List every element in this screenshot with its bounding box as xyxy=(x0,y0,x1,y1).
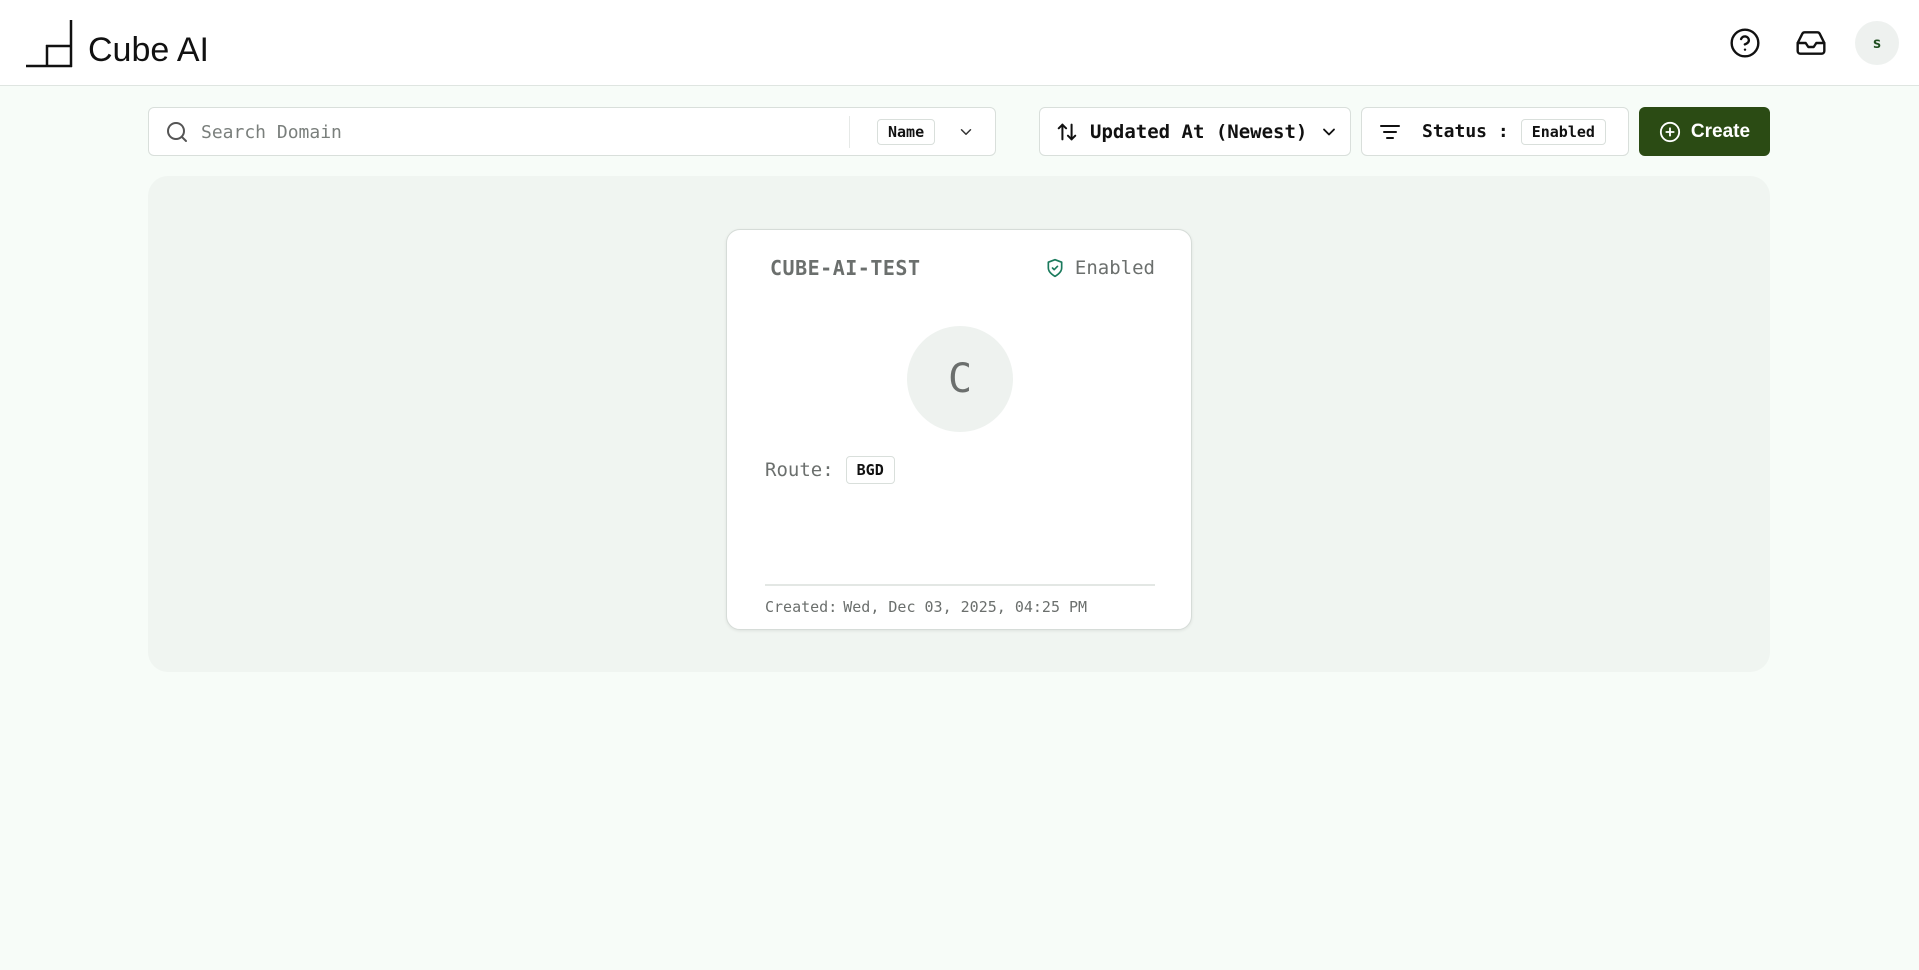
logo-icon xyxy=(26,20,74,68)
chevron-down-icon xyxy=(960,129,972,135)
card-divider xyxy=(765,584,1155,586)
shield-check-icon xyxy=(1047,258,1063,278)
sort-button[interactable]: Updated At (Newest) xyxy=(1039,107,1351,156)
domain-name: CUBE-AI-TEST xyxy=(770,256,921,280)
search-field-chip: Name xyxy=(877,119,936,145)
search-field-select[interactable]: Name xyxy=(877,117,989,147)
help-button[interactable] xyxy=(1723,21,1767,65)
domain-card[interactable]: CUBE-AI-TEST Enabled C Route: BGD Create… xyxy=(726,229,1192,630)
route-row: Route: BGD xyxy=(765,456,895,484)
plus-circle-icon xyxy=(1659,121,1681,142)
status-filter-button[interactable]: Status : Enabled xyxy=(1361,107,1629,156)
search-bar: Name xyxy=(148,107,996,156)
search-divider xyxy=(849,116,850,148)
created-value: Wed, Dec 03, 2025, 04:25 PM xyxy=(843,598,1088,616)
created-label: Created: xyxy=(765,598,838,616)
sort-label: Updated At (Newest) xyxy=(1090,120,1308,143)
create-button[interactable]: Create xyxy=(1639,107,1770,156)
chevron-down-icon xyxy=(1323,128,1336,135)
sort-arrows-icon xyxy=(1057,123,1077,140)
inbox-button[interactable] xyxy=(1789,21,1833,65)
filter-label: Status : xyxy=(1422,121,1509,142)
search-input[interactable] xyxy=(201,116,981,148)
search-icon xyxy=(167,122,187,142)
created-row: Created: Wed, Dec 03, 2025, 04:25 PM xyxy=(765,598,1087,616)
inbox-icon xyxy=(1796,31,1826,55)
user-avatar[interactable]: s xyxy=(1855,21,1899,65)
create-label: Create xyxy=(1690,120,1751,142)
domain-avatar: C xyxy=(907,326,1013,432)
app-title: Cube AI xyxy=(88,31,209,69)
filter-icon xyxy=(1380,124,1400,139)
top-header: Cube AI s xyxy=(0,0,1919,86)
status-text: Enabled xyxy=(1074,257,1155,279)
status-badge: Enabled xyxy=(1045,257,1155,279)
filter-value-chip: Enabled xyxy=(1520,118,1606,145)
app-logo[interactable]: Cube AI xyxy=(26,18,209,68)
route-label: Route: xyxy=(765,459,834,481)
header-actions: s xyxy=(1723,21,1899,65)
route-chip: BGD xyxy=(845,456,895,484)
help-icon xyxy=(1730,28,1760,58)
